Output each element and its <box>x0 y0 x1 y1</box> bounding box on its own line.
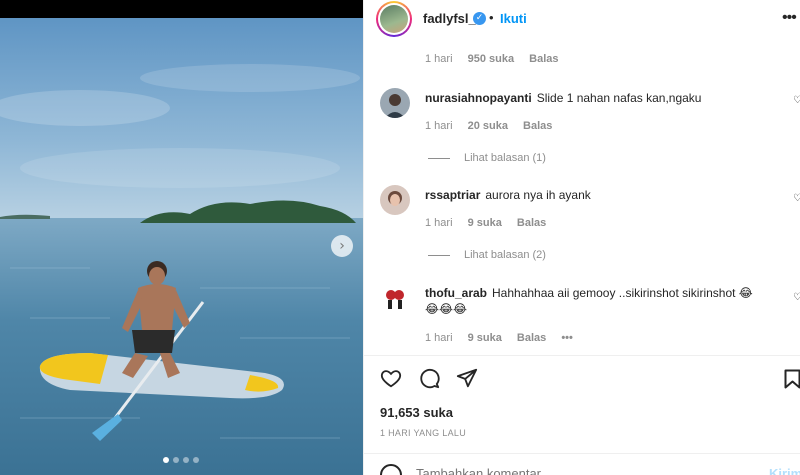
carousel-dot <box>183 457 189 463</box>
carousel-dot <box>173 457 179 463</box>
reply-button[interactable]: Balas <box>517 332 546 344</box>
commenter-avatar[interactable] <box>380 88 410 118</box>
more-options-icon[interactable]: ••• <box>782 9 797 27</box>
view-replies-button[interactable]: Lihat balasan (2) <box>428 249 546 261</box>
reply-button[interactable]: Balas <box>523 120 552 132</box>
reply-button[interactable]: Balas <box>529 53 558 65</box>
post-date: 1 HARI YANG LALU <box>380 428 466 438</box>
commenter-username[interactable]: thofu_arab <box>425 286 487 300</box>
commenter-avatar[interactable] <box>380 185 410 215</box>
comment-likes[interactable]: 9 suka <box>468 332 502 344</box>
carousel-dot <box>193 457 199 463</box>
comment-likes[interactable]: 20 suka <box>468 120 508 132</box>
like-count[interactable]: 91,653 suka <box>380 405 453 420</box>
comment-meta: 1 hari 9 suka Balas ••• <box>425 332 585 344</box>
comment-time: 1 hari <box>425 332 453 344</box>
post-side-panel: fadlyfsl_ ✓ • Ikuti ••• 1 hari 950 suka … <box>363 0 800 475</box>
comment-meta: 1 hari 20 suka Balas <box>425 120 564 132</box>
view-replies-label: Lihat balasan (2) <box>464 249 546 261</box>
post-comment-button[interactable]: Kirim <box>769 466 800 475</box>
comment-bubble-icon[interactable] <box>418 367 440 389</box>
share-send-icon[interactable] <box>456 367 478 389</box>
commenter-avatar[interactable] <box>380 283 410 313</box>
author-username[interactable]: fadlyfsl_ <box>423 11 476 26</box>
comment-options-button[interactable]: ••• <box>561 332 573 344</box>
paddleboard-photo <box>0 18 363 475</box>
comment-likes[interactable]: 9 suka <box>468 217 502 229</box>
post-photo[interactable]: › <box>0 0 363 475</box>
comment-meta: 1 hari 9 suka Balas <box>425 217 558 229</box>
save-bookmark-icon[interactable] <box>784 369 800 389</box>
comment-body: Slide 1 nahan nafas kan,ngaku <box>536 91 702 105</box>
comment-time: 1 hari <box>425 53 453 65</box>
emoji-picker-icon[interactable] <box>380 464 402 475</box>
comment-like-heart-icon[interactable]: ♡ <box>793 95 800 106</box>
comment-time: 1 hari <box>425 120 453 132</box>
comment-meta: 1 hari 950 suka Balas <box>425 53 571 65</box>
commenter-username[interactable]: nurasiahnopayanti <box>425 91 532 105</box>
comment-like-heart-icon[interactable]: ♡ <box>793 292 800 303</box>
comment-text: nurasiahnopayanti Slide 1 nahan nafas kan… <box>425 90 701 106</box>
carousel-next-button[interactable]: › <box>331 235 353 257</box>
comment-text: thofu_arab Hahhahhaa aii gemooy ..sikirin… <box>425 285 753 317</box>
verified-badge-icon: ✓ <box>473 12 486 25</box>
comment-box-divider <box>364 453 800 454</box>
comment-likes[interactable]: 950 suka <box>468 53 514 65</box>
add-comment-input[interactable] <box>416 466 746 475</box>
view-replies-button[interactable]: Lihat balasan (1) <box>428 152 546 164</box>
comment-like-heart-icon[interactable]: ♡ <box>793 193 800 204</box>
header-separator: • <box>489 10 494 25</box>
reply-button[interactable]: Balas <box>517 217 546 229</box>
post-header: fadlyfsl_ ✓ • Ikuti ••• <box>364 0 800 38</box>
comment-body-line2: 😂😂😂 <box>425 302 468 316</box>
comment-body: aurora nya ih ayank <box>485 188 591 202</box>
commenter-username[interactable]: rssaptriar <box>425 188 480 202</box>
follow-button[interactable]: Ikuti <box>500 11 527 26</box>
actions-divider <box>364 355 800 356</box>
like-heart-icon[interactable] <box>380 367 402 389</box>
carousel-dots <box>163 457 199 463</box>
photo-top-bar <box>0 0 363 18</box>
comment-time: 1 hari <box>425 217 453 229</box>
carousel-dot <box>163 457 169 463</box>
view-replies-label: Lihat balasan (1) <box>464 152 546 164</box>
post-actions <box>380 367 478 389</box>
comment-text: rssaptriar aurora nya ih ayank <box>425 187 591 203</box>
comment-body: Hahhahhaa aii gemooy ..sikirinshot sikir… <box>492 286 753 300</box>
author-avatar[interactable] <box>376 1 412 37</box>
